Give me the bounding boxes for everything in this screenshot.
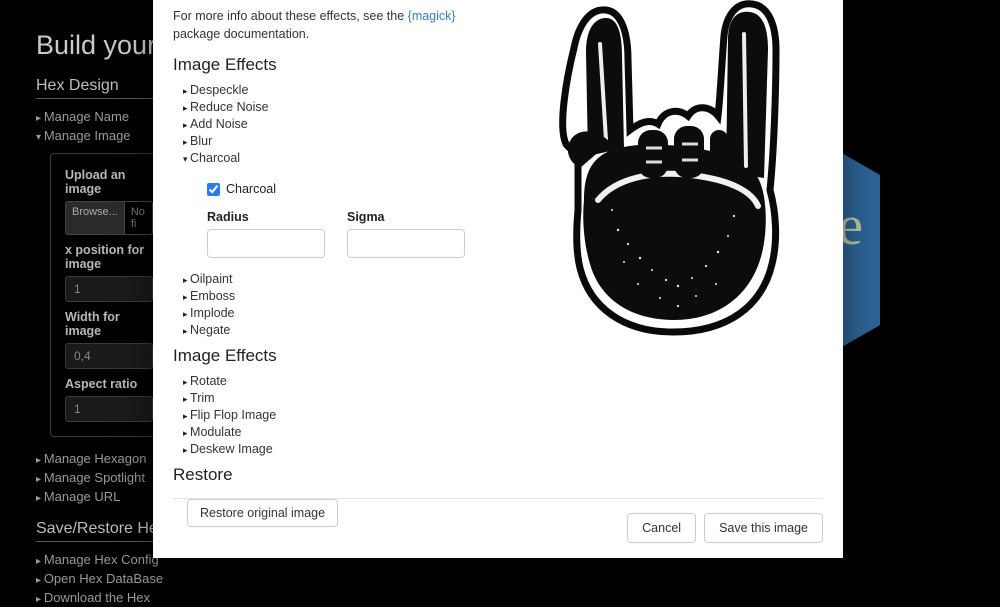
- effect-reduce-noise[interactable]: Reduce Noise: [173, 98, 503, 115]
- effect-implode[interactable]: Implode: [173, 304, 503, 321]
- save-button[interactable]: Save this image: [704, 513, 823, 543]
- width-input[interactable]: [65, 343, 153, 369]
- sidebar-item-open-hex-database[interactable]: Open Hex DataBase: [36, 569, 1000, 588]
- section-heading-effects-1: Image Effects: [173, 55, 503, 75]
- width-label: Width for image: [65, 310, 153, 338]
- effect-flip-flop[interactable]: Flip Flop Image: [173, 406, 503, 423]
- sigma-input[interactable]: [347, 229, 465, 258]
- effect-negate[interactable]: Negate: [173, 321, 503, 338]
- aspect-label: Aspect ratio: [65, 377, 153, 391]
- cancel-button[interactable]: Cancel: [627, 513, 696, 543]
- xpos-label: x position for image: [65, 243, 153, 271]
- effect-deskew[interactable]: Deskew Image: [173, 440, 503, 457]
- radius-label: Radius: [207, 210, 325, 224]
- restore-button[interactable]: Restore original image: [187, 499, 338, 527]
- effect-oilpaint[interactable]: Oilpaint: [173, 270, 503, 287]
- image-effects-modal: For more info about these effects, see t…: [153, 0, 843, 558]
- effect-rotate[interactable]: Rotate: [173, 372, 503, 389]
- effect-trim[interactable]: Trim: [173, 389, 503, 406]
- section-heading-effects-2: Image Effects: [173, 346, 503, 366]
- effect-add-noise[interactable]: Add Noise: [173, 115, 503, 132]
- aspect-input[interactable]: [65, 396, 153, 422]
- charcoal-checkbox[interactable]: [207, 183, 220, 196]
- charcoal-panel: Charcoal Radius Sigma: [173, 166, 503, 270]
- file-name-text: No fi: [125, 201, 153, 235]
- sidebar-item-download-hex[interactable]: Download the Hex: [36, 588, 1000, 607]
- sigma-label: Sigma: [347, 210, 465, 224]
- upload-label: Upload an image: [65, 168, 153, 196]
- info-text: For more info about these effects, see t…: [173, 8, 503, 43]
- rock-hand-icon: [528, 0, 818, 340]
- preview-pane: [523, 0, 823, 498]
- effect-emboss[interactable]: Emboss: [173, 287, 503, 304]
- section-heading-restore: Restore: [173, 465, 503, 485]
- magick-link[interactable]: {magick}: [408, 9, 456, 23]
- effect-blur[interactable]: Blur: [173, 132, 503, 149]
- xpos-input[interactable]: [65, 276, 153, 302]
- effect-modulate[interactable]: Modulate: [173, 423, 503, 440]
- effect-despeckle[interactable]: Despeckle: [173, 81, 503, 98]
- effect-charcoal[interactable]: Charcoal: [173, 149, 503, 166]
- manage-image-panel: Upload an image Browse... No fi x positi…: [50, 153, 168, 437]
- charcoal-checkbox-label[interactable]: Charcoal: [226, 182, 276, 196]
- file-input[interactable]: Browse... No fi: [65, 201, 153, 235]
- radius-input[interactable]: [207, 229, 325, 258]
- modal-left-panel: For more info about these effects, see t…: [173, 0, 503, 498]
- browse-button[interactable]: Browse...: [65, 201, 125, 235]
